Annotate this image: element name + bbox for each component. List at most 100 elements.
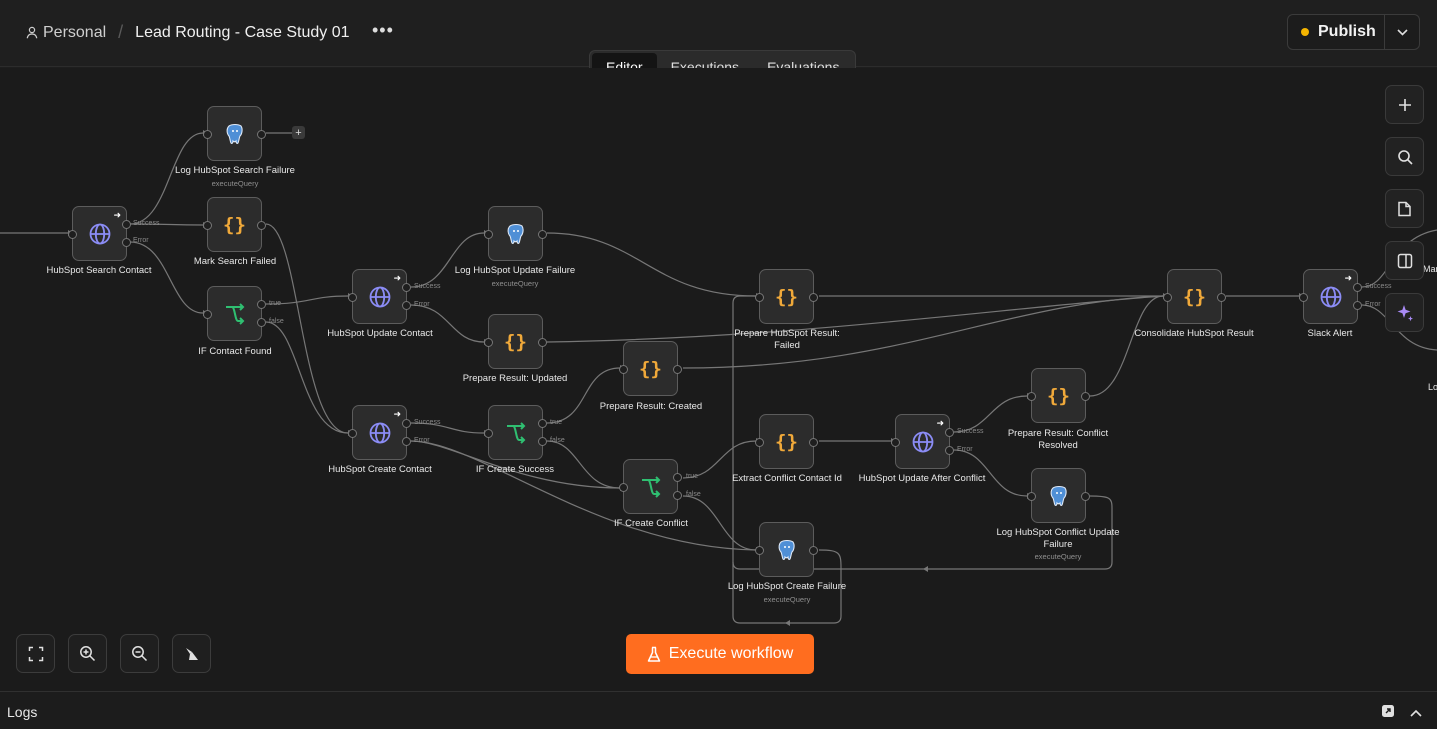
node-hubspot-search-contact[interactable]: ➜	[68, 206, 131, 261]
popout-button[interactable]	[1381, 704, 1395, 723]
output-port[interactable]	[257, 221, 266, 230]
node-slack-alert[interactable]: ➜	[1299, 269, 1362, 324]
output-port-success[interactable]	[945, 428, 954, 437]
node-extract-conflict-contact-id[interactable]: {}	[755, 414, 818, 469]
connection	[410, 440, 757, 551]
breadcrumb-workspace[interactable]: Personal	[26, 24, 106, 42]
output-port-false[interactable]	[538, 437, 547, 446]
output-port-true[interactable]	[538, 419, 547, 428]
publish-button[interactable]: Publish	[1288, 15, 1385, 49]
output-port[interactable]	[1217, 293, 1226, 302]
output-port-error[interactable]	[1353, 301, 1362, 310]
globe-icon	[1320, 286, 1341, 307]
output-port[interactable]	[257, 130, 266, 139]
clipped-node-label: Lo	[1428, 382, 1437, 392]
output-port-true[interactable]	[673, 473, 682, 482]
input-port[interactable]	[619, 365, 628, 374]
output-port-success[interactable]	[402, 283, 411, 292]
output-port[interactable]	[809, 546, 818, 555]
input-port[interactable]	[348, 429, 357, 438]
tidy-up-button[interactable]	[172, 634, 211, 673]
output-port-success[interactable]	[1353, 283, 1362, 292]
node-log-hubspot-conflict-update-failure[interactable]	[1027, 468, 1090, 523]
more-options-button[interactable]: •••	[372, 20, 394, 41]
node-label: Log HubSpot Search Failure executeQuery	[175, 165, 295, 188]
output-port-error[interactable]	[402, 437, 411, 446]
input-port[interactable]	[484, 230, 493, 239]
output-port-false[interactable]	[257, 318, 266, 327]
zoom-out-button[interactable]	[120, 634, 159, 673]
node-hubspot-create-contact[interactable]: ➜	[348, 405, 411, 460]
output-port[interactable]	[809, 293, 818, 302]
node-prepare-hubspot-result-failed[interactable]: {}	[755, 269, 818, 324]
node-prepare-result-updated[interactable]: {}	[484, 314, 547, 369]
node-log-hubspot-search-failure[interactable]	[203, 106, 266, 161]
logs-title: Logs	[7, 704, 38, 720]
input-port[interactable]	[755, 546, 764, 555]
arrowhead	[923, 566, 928, 572]
workflow-canvas[interactable]: + ➜ HubSpot Search Contact Success Error…	[0, 68, 1437, 691]
node-label: Log HubSpot Create Failure executeQuery	[727, 581, 847, 604]
input-port[interactable]	[348, 293, 357, 302]
output-port-false[interactable]	[673, 491, 682, 500]
input-port[interactable]	[68, 230, 77, 239]
input-port[interactable]	[1299, 293, 1308, 302]
fit-view-button[interactable]	[16, 634, 55, 673]
node-log-hubspot-update-failure[interactable]	[484, 206, 547, 261]
input-port[interactable]	[1027, 492, 1036, 501]
node-if-create-conflict[interactable]	[619, 459, 682, 514]
connections-layer: +	[0, 126, 1437, 626]
node-label: IF Contact Found	[198, 346, 272, 357]
expand-logs-button[interactable]	[1410, 704, 1422, 722]
input-port[interactable]	[484, 338, 493, 347]
output-port-error[interactable]	[122, 238, 131, 247]
input-port[interactable]	[1027, 392, 1036, 401]
zoom-in-button[interactable]	[68, 634, 107, 673]
output-port-success[interactable]	[122, 220, 131, 229]
input-port[interactable]	[891, 438, 900, 447]
input-port[interactable]	[619, 483, 628, 492]
node-if-contact-found[interactable]	[203, 286, 266, 341]
input-port[interactable]	[1163, 293, 1172, 302]
node-prepare-result-conflict-resolved[interactable]: {}	[1027, 368, 1090, 423]
output-port-error[interactable]	[945, 446, 954, 455]
zoom-out-icon	[132, 646, 148, 662]
node-label: Prepare HubSpot Result: Failed	[734, 328, 840, 351]
output-port-error[interactable]	[402, 301, 411, 310]
node-label: HubSpot Update After Conflict	[858, 473, 986, 484]
arrowhead	[785, 620, 790, 626]
node-log-hubspot-create-failure[interactable]	[755, 522, 818, 577]
output-port[interactable]	[673, 365, 682, 374]
node-prepare-result-created[interactable]: {}	[619, 341, 682, 396]
input-port[interactable]	[755, 438, 764, 447]
node-consolidate-hubspot-result[interactable]: {}	[1163, 269, 1226, 324]
output-port[interactable]	[538, 338, 547, 347]
input-port[interactable]	[484, 429, 493, 438]
output-port[interactable]	[809, 438, 818, 447]
output-port[interactable]	[1081, 392, 1090, 401]
output-port[interactable]	[538, 230, 547, 239]
input-port[interactable]	[203, 310, 212, 319]
workspace-label: Personal	[43, 23, 107, 41]
node-if-create-success[interactable]	[484, 405, 547, 460]
output-port[interactable]	[1081, 492, 1090, 501]
node-hubspot-update-contact[interactable]: ➜	[348, 269, 411, 324]
workflow-title[interactable]: Lead Routing - Case Study 01	[135, 24, 349, 42]
add-node-button[interactable]	[1385, 85, 1424, 124]
toggle-panel-button[interactable]	[1385, 241, 1424, 280]
input-port[interactable]	[203, 130, 212, 139]
sticky-note-button[interactable]	[1385, 189, 1424, 228]
port-label-success: Success	[133, 220, 160, 227]
node-mark-search-failed[interactable]: {}	[203, 197, 266, 252]
execute-workflow-button[interactable]: Execute workflow	[626, 634, 814, 674]
logs-panel-bar[interactable]: Logs	[0, 691, 1437, 729]
input-port[interactable]	[755, 293, 764, 302]
node-hubspot-update-after-conflict[interactable]: ➜	[891, 414, 954, 469]
input-port[interactable]	[203, 221, 212, 230]
output-port-true[interactable]	[257, 300, 266, 309]
publish-dropdown-button[interactable]	[1385, 15, 1419, 49]
search-nodes-button[interactable]	[1385, 137, 1424, 176]
node-label: Slack Alert	[1307, 328, 1353, 339]
output-port-success[interactable]	[402, 419, 411, 428]
ai-assistant-button[interactable]	[1385, 293, 1424, 332]
